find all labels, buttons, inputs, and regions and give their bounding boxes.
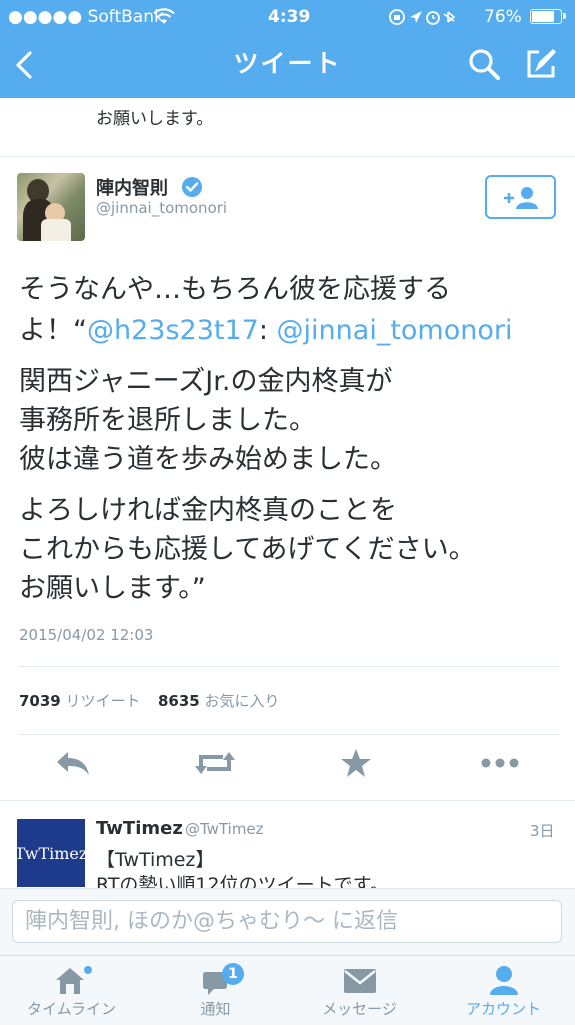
tab-messages[interactable]: メッセージ bbox=[288, 956, 431, 1025]
tweet-line: 関西ジャニーズJr.の金内柊真が bbox=[19, 366, 393, 397]
related-avatar[interactable]: TwTimez bbox=[15, 819, 87, 887]
tab-home[interactable]: タイムライン bbox=[0, 956, 143, 1025]
add-user-icon bbox=[504, 187, 538, 209]
retweet-count: 7039 bbox=[19, 692, 61, 710]
mention-link[interactable]: @h23s23t17 bbox=[87, 315, 259, 346]
tweet-text-fragment: よ！“ bbox=[19, 315, 87, 346]
location-icon bbox=[410, 11, 422, 23]
tweet-line: 彼は違う道を歩み始めました。 bbox=[19, 444, 397, 475]
related-author-handle[interactable]: @TwTimez bbox=[185, 820, 264, 838]
tweet-line: お願いします。” bbox=[19, 573, 206, 604]
divider bbox=[0, 800, 575, 801]
compose-icon[interactable] bbox=[523, 46, 559, 82]
tab-bar: タイムライン 1 通知 メッセージ アカウント bbox=[0, 955, 575, 1025]
mention-link[interactable]: @jinnai_tomonori bbox=[277, 315, 513, 346]
notification-badge: 1 bbox=[222, 963, 244, 985]
home-icon bbox=[56, 966, 92, 994]
envelope-icon bbox=[344, 969, 376, 993]
retweet-icon[interactable] bbox=[193, 748, 237, 778]
tweet-line: これからも応援してあげてください。 bbox=[19, 534, 476, 565]
related-author-name[interactable]: TwTimez bbox=[96, 818, 183, 839]
bluetooth-icon bbox=[443, 11, 456, 23]
follow-button[interactable] bbox=[485, 175, 556, 219]
tab-label: アカウント bbox=[465, 1000, 541, 1018]
reply-icon[interactable] bbox=[54, 748, 92, 778]
battery-icon bbox=[530, 9, 566, 24]
status-icons bbox=[389, 9, 456, 25]
reply-input[interactable]: 陣内智則, ほのか@ちゃむり〜 に返信 bbox=[12, 900, 562, 943]
author-name[interactable]: 陣内智則 bbox=[96, 174, 168, 200]
clock: 4:39 bbox=[268, 7, 311, 27]
verified-badge-icon bbox=[182, 177, 202, 197]
wifi-icon bbox=[153, 8, 175, 24]
tab-label: 通知 bbox=[200, 1000, 231, 1018]
tweet-line: そうなんや…もちろん彼を応援する bbox=[19, 274, 451, 305]
favorite-star-icon[interactable] bbox=[340, 748, 372, 778]
divider bbox=[19, 666, 559, 667]
orientation-lock-icon bbox=[389, 9, 405, 25]
tab-notifications[interactable]: 1 通知 bbox=[144, 956, 287, 1025]
tweet-timestamp: 2015/04/02 12:03 bbox=[19, 626, 154, 644]
favorite-stat[interactable]: 8635 お気に入り bbox=[158, 690, 280, 711]
divider bbox=[19, 734, 559, 735]
tweet-line: 事務所を退所しました。 bbox=[19, 405, 316, 436]
retweet-label: リツイート bbox=[65, 692, 141, 710]
account-person-icon bbox=[490, 966, 518, 995]
favorite-label: お気に入り bbox=[204, 692, 280, 710]
previous-tweet[interactable]: お願いします。 bbox=[0, 98, 575, 157]
previous-tweet-text: お願いします。 bbox=[96, 109, 214, 129]
tweet-line: よ！“@h23s23t17: @jinnai_tomonori bbox=[19, 311, 512, 351]
battery-percent: 76% bbox=[484, 7, 522, 27]
carrier-label: ●●●●● SoftBank bbox=[8, 7, 164, 27]
related-tweet-line: 【TwTimez】 bbox=[96, 849, 215, 871]
favorite-count: 8635 bbox=[158, 692, 200, 710]
alarm-icon bbox=[426, 11, 440, 25]
more-options-icon[interactable] bbox=[480, 748, 520, 778]
navigation-bar: ●●●●● SoftBank 4:39 76% ツイート bbox=[0, 0, 575, 98]
tweet-line: よろしければ金内柊真のことを bbox=[19, 495, 397, 526]
related-tweet-line: RTの勢い順12位のツイートです。 bbox=[96, 874, 389, 888]
retweet-stat[interactable]: 7039 リツイート bbox=[19, 690, 141, 711]
avatar[interactable] bbox=[17, 173, 85, 241]
author-handle[interactable]: @jinnai_tomonori bbox=[96, 199, 227, 217]
tweet-text-fragment: : bbox=[258, 315, 268, 346]
related-tweet-age: 3日 bbox=[530, 822, 555, 840]
tab-account[interactable]: アカウント bbox=[432, 956, 575, 1025]
search-icon[interactable] bbox=[468, 48, 502, 82]
tab-label: タイムライン bbox=[27, 1000, 116, 1018]
tab-label: メッセージ bbox=[322, 1000, 397, 1018]
